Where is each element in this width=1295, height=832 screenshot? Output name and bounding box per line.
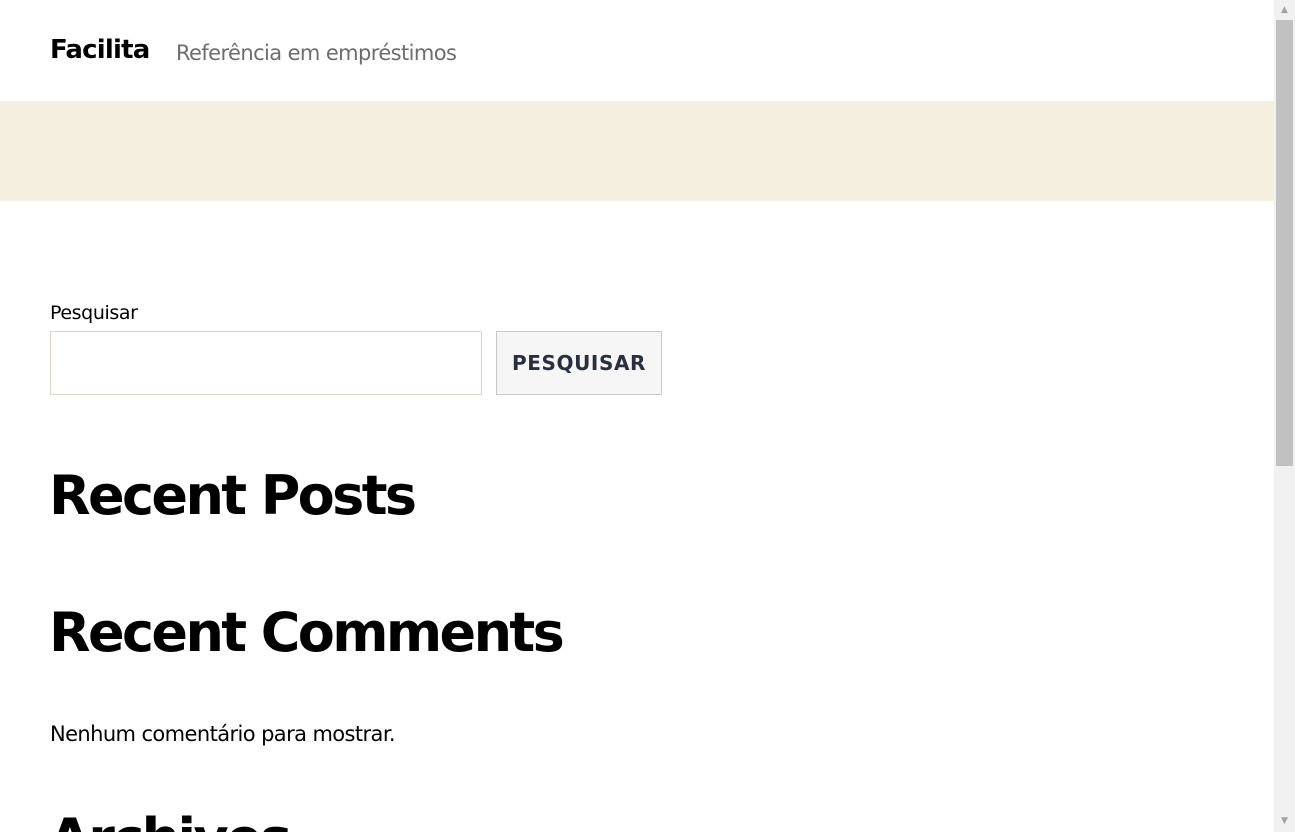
site-title-link[interactable]: Facilita (50, 32, 150, 68)
recent-comments-heading: Recent Comments (49, 601, 565, 664)
header-cover-band (0, 101, 1274, 201)
search-label: Pesquisar (50, 302, 138, 324)
site-header: Facilita Referência em empréstimos (0, 0, 1274, 101)
recent-posts-heading: Recent Posts (49, 464, 417, 527)
scroll-down-arrow-icon[interactable]: ▼ (1274, 813, 1295, 830)
scrollbar-thumb[interactable] (1276, 20, 1293, 466)
search-input[interactable] (50, 331, 482, 395)
page: Facilita Referência em empréstimos Pesqu… (0, 0, 1274, 832)
no-comments-message: Nenhum comentário para mostrar. (50, 722, 396, 746)
archives-heading: Archives (49, 808, 292, 832)
vertical-scrollbar[interactable]: ▲ ▼ (1274, 0, 1295, 832)
scroll-up-arrow-icon[interactable]: ▲ (1274, 2, 1295, 19)
search-button[interactable]: Pesquisar (496, 331, 662, 395)
site-tagline: Referência em empréstimos (176, 41, 457, 65)
